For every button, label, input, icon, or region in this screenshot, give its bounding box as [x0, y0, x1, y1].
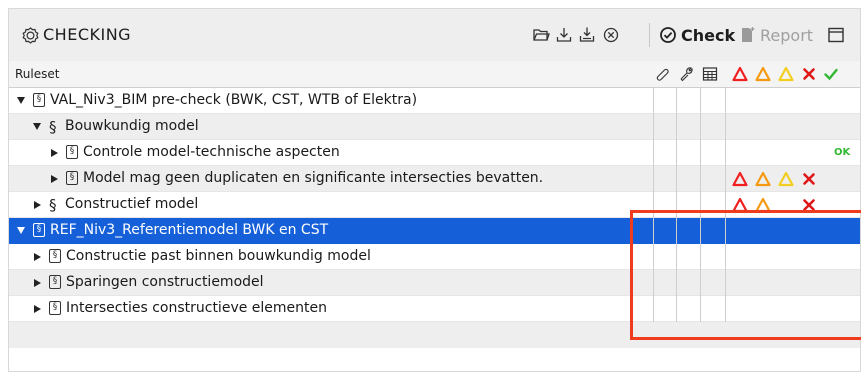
expand-toggle-icon[interactable] — [17, 227, 25, 234]
download-tray-icon[interactable] — [578, 26, 596, 44]
attachment-icon[interactable] — [654, 66, 670, 82]
minor-triangle-icon — [778, 171, 794, 187]
ruleset-icon: § — [33, 93, 45, 107]
tree-row[interactable]: § Bouwkundig model — [9, 114, 860, 140]
tree-row-label: Bouwkundig model — [65, 118, 199, 134]
tree-row-label: Sparingen constructiemodel — [66, 274, 264, 290]
fail-x-icon — [803, 173, 815, 185]
tree-row-label: REF_Niv3_Referentiemodel BWK en CST — [50, 222, 329, 238]
tree-row-label: Intersecties constructieve elementen — [66, 300, 328, 316]
close-circle-icon[interactable] — [602, 26, 620, 44]
expand-toggle-icon[interactable] — [33, 123, 41, 130]
critical-triangle-icon — [732, 171, 748, 187]
checking-badge-icon — [22, 27, 39, 44]
download-icon[interactable] — [555, 26, 573, 44]
section-icon: § — [49, 118, 57, 136]
annotation-highlight-box — [630, 210, 861, 340]
expand-toggle-icon[interactable] — [34, 253, 41, 261]
table-icon[interactable] — [702, 66, 718, 82]
expand-toggle-icon[interactable] — [51, 175, 58, 183]
folder-open-icon[interactable] — [532, 26, 550, 44]
fail-x-icon[interactable] — [801, 66, 817, 82]
report-button[interactable]: Report — [740, 25, 813, 45]
major-triangle-icon[interactable] — [755, 66, 771, 82]
panel-title: CHECKING — [43, 25, 132, 44]
tree-row-label: Constructief model — [65, 196, 199, 212]
expand-toggle-icon[interactable] — [34, 201, 41, 209]
major-triangle-icon — [755, 171, 771, 187]
ruleset-icon: § — [66, 145, 78, 159]
ruleset-icon: § — [49, 275, 61, 289]
minor-triangle-icon[interactable] — [778, 66, 794, 82]
critical-triangle-icon[interactable] — [732, 66, 748, 82]
check-button-label: Check — [681, 25, 736, 45]
panel-titlebar: CHECKING Check Report — [9, 9, 860, 62]
ruleset-column-header: Ruleset — [15, 67, 60, 81]
expand-toggle-icon[interactable] — [34, 279, 41, 287]
ruleset-icon: § — [49, 301, 61, 315]
tree-row-label: Model mag geen duplicaten en significant… — [83, 170, 544, 186]
ruleset-icon: § — [33, 223, 45, 237]
wrench-icon[interactable] — [678, 66, 694, 82]
report-button-label: Report — [760, 25, 814, 45]
ruleset-icon: § — [49, 249, 61, 263]
check-button[interactable]: Check — [659, 25, 735, 45]
ok-status-badge: OK — [834, 147, 851, 158]
tree-row[interactable]: § Controle model-technische aspecten OK — [9, 140, 860, 166]
report-icon — [742, 27, 755, 42]
tree-row[interactable]: § Model mag geen duplicaten en significa… — [9, 166, 860, 192]
tree-row-label: Controle model-technische aspecten — [83, 144, 340, 160]
ruleset-icon: § — [66, 171, 78, 185]
tree-row[interactable]: § VAL_Niv3_BIM pre-check (BWK, CST, WTB … — [9, 88, 860, 114]
tree-row-label: VAL_Niv3_BIM pre-check (BWK, CST, WTB of… — [50, 92, 418, 108]
expand-toggle-icon[interactable] — [51, 149, 58, 157]
section-icon: § — [49, 196, 57, 214]
toolbar-separator — [649, 23, 650, 47]
pass-check-icon[interactable] — [823, 66, 839, 82]
check-circle-icon — [660, 27, 676, 43]
expand-toggle-icon[interactable] — [34, 305, 41, 313]
tree-row-label: Constructie past binnen bouwkundig model — [66, 248, 371, 264]
expand-toggle-icon[interactable] — [17, 97, 25, 104]
window-icon[interactable] — [827, 26, 845, 44]
ruleset-table-header: Ruleset — [9, 61, 860, 88]
